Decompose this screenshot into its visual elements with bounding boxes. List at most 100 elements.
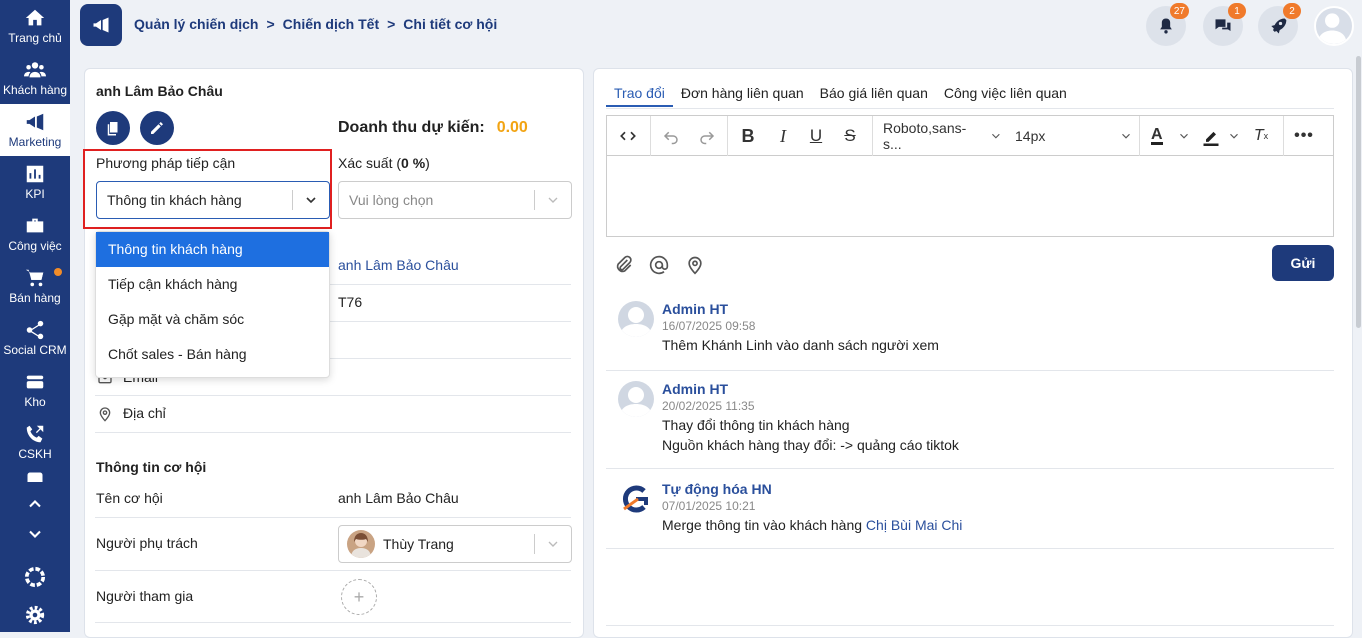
activity-author[interactable]: Tự động hóa HN (662, 481, 772, 497)
messages-button[interactable]: 1 (1203, 3, 1246, 46)
dropdown-option[interactable]: Thông tin khách hàng (96, 232, 329, 267)
approach-select-value: Thông tin khách hàng (107, 192, 242, 208)
megaphone-icon (26, 113, 44, 131)
underline-icon[interactable]: U (806, 126, 826, 146)
font-size-select[interactable]: 14px (1015, 126, 1133, 146)
text-color-button[interactable]: A (1151, 126, 1191, 146)
copy-button[interactable] (96, 111, 130, 145)
partial-menu-icon (25, 470, 45, 482)
owner-select[interactable]: Thùy Trang (338, 525, 572, 563)
undo-icon[interactable] (659, 126, 683, 146)
chart-icon (26, 165, 44, 183)
rocket-button[interactable]: 2 (1258, 3, 1301, 46)
dropdown-option[interactable]: Chốt sales - Bán hàng (96, 337, 329, 372)
contact-name-value[interactable]: anh Lâm Bảo Châu (338, 257, 459, 273)
probability-label-suffix: ) (425, 155, 430, 171)
bold-icon[interactable]: B (738, 126, 758, 146)
strikethrough-icon[interactable]: S (840, 126, 860, 146)
tab-related-quotes[interactable]: Báo giá liên quan (812, 85, 936, 107)
activity-text: Thay đổi thông tin khách hàng (662, 417, 850, 433)
toolbar-divider (872, 116, 873, 156)
sidebar-item-warehouse[interactable]: Kho (0, 364, 70, 416)
scrollbar[interactable] (1356, 56, 1361, 328)
user-avatar[interactable] (1314, 6, 1354, 46)
activity-item: Admin HT 16/07/2025 09:58 Thêm Khánh Lin… (606, 301, 1334, 361)
redo-icon[interactable] (695, 126, 719, 146)
bell-icon (1160, 18, 1172, 34)
font-family-select[interactable]: Roboto,sans-s... (883, 120, 1003, 152)
dropdown-option[interactable]: Tiếp cận khách hàng (96, 267, 329, 302)
activity-item: Tự động hóa HN 07/01/2025 10:21 Merge th… (606, 481, 1334, 541)
notifications-button[interactable]: 27 (1146, 3, 1189, 46)
revenue-label: Doanh thu dự kiến: (338, 119, 485, 136)
sidebar-item-cskh[interactable]: CSKH (0, 416, 70, 468)
sidebar-item-customers[interactable]: Khách hàng (0, 52, 70, 104)
automation-logo-icon (618, 481, 654, 517)
tab-discussion[interactable]: Trao đổi (606, 85, 673, 107)
customer-link[interactable]: Chị Bùi Mai Chi (866, 517, 962, 533)
italic-icon[interactable]: I (773, 126, 793, 146)
mention-icon[interactable] (649, 255, 669, 275)
chevron-down-icon[interactable] (25, 524, 45, 544)
gear-icon[interactable] (24, 604, 46, 626)
messages-badge: 1 (1228, 3, 1246, 19)
activity-item: Admin HT 20/02/2025 11:35 Thay đổi thông… (606, 381, 1334, 461)
breadcrumb-opportunity-detail: Chi tiết cơ hội (403, 16, 498, 32)
sidebar-item-tasks[interactable]: Công việc (0, 208, 70, 260)
editor-toolbar: B I U S Roboto,sans-s... 14px A Tx ••• (607, 116, 1333, 156)
breadcrumb-separator: > (387, 16, 396, 32)
dropdown-option[interactable]: Gặp mặt và chăm sóc (96, 302, 329, 337)
sidebar-item-label: Công việc (8, 239, 62, 253)
sidebar-item-kpi[interactable]: KPI (0, 156, 70, 208)
notifications-badge: 27 (1169, 3, 1189, 19)
header: Quản lý chiến dịch > Chiến dịch Tết > Ch… (70, 0, 1362, 54)
divider (606, 468, 1334, 469)
megaphone-icon (93, 17, 109, 33)
sidebar-item-sales[interactable]: Bán hàng (0, 260, 70, 312)
approach-label: Phương pháp tiếp cận (96, 155, 236, 171)
sidebar-item-home[interactable]: Trang chủ (0, 0, 70, 52)
share-icon (26, 320, 44, 340)
chevron-up-icon[interactable] (25, 494, 45, 514)
plus-icon: + (353, 586, 365, 607)
tab-related-tasks[interactable]: Công việc liên quan (936, 85, 1075, 107)
support-icon[interactable] (24, 566, 46, 588)
add-participant-button[interactable]: + (341, 579, 377, 615)
divider (606, 625, 1334, 626)
approach-select[interactable]: Thông tin khách hàng (96, 181, 330, 219)
more-icon[interactable]: ••• (1293, 126, 1315, 146)
toolbar-divider (727, 116, 728, 156)
opportunity-name-value: anh Lâm Bảo Châu (338, 490, 459, 506)
location-icon[interactable] (685, 255, 705, 275)
activity-time: 07/01/2025 10:21 (662, 499, 756, 513)
highlight-color-button[interactable] (1201, 126, 1241, 146)
breadcrumb-campaign-management[interactable]: Quản lý chiến dịch (134, 16, 258, 32)
toolbar-divider (1283, 116, 1284, 156)
tab-related-orders[interactable]: Đơn hàng liên quan (673, 85, 812, 107)
campaign-button[interactable] (80, 4, 122, 46)
opportunity-panel: anh Lâm Bảo Châu Doanh thu dự kiến: 0.00 … (83, 68, 584, 638)
activity-author[interactable]: Admin HT (662, 301, 728, 317)
location-icon (97, 405, 113, 423)
sidebar-item-marketing[interactable]: Marketing (0, 104, 70, 156)
divider (95, 517, 571, 518)
approach-dropdown: Thông tin khách hàng Tiếp cận khách hàng… (95, 231, 330, 378)
clear-format-icon[interactable]: Tx (1251, 126, 1271, 146)
breadcrumb-tet-campaign[interactable]: Chiến dịch Tết (283, 16, 379, 32)
users-icon (24, 62, 46, 78)
editor-content[interactable] (607, 156, 1333, 236)
message-editor: B I U S Roboto,sans-s... 14px A Tx ••• (606, 115, 1334, 237)
chevron-down-icon (992, 133, 1000, 139)
notification-dot (54, 268, 62, 276)
sidebar-item-label: Bán hàng (9, 291, 61, 305)
send-button[interactable]: Gửi (1272, 245, 1334, 281)
sidebar-item-social-crm[interactable]: Social CRM (0, 312, 70, 364)
paperclip-icon[interactable] (614, 255, 634, 275)
code-view-icon[interactable] (617, 126, 639, 146)
rocket-icon (1271, 18, 1287, 34)
activity-author[interactable]: Admin HT (662, 381, 728, 397)
probability-select[interactable]: Vui lòng chọn (338, 181, 572, 219)
activity-text: Nguồn khách hàng thay đổi: -> quảng cáo … (662, 437, 959, 453)
edit-button[interactable] (140, 111, 174, 145)
toolbar-divider (650, 116, 651, 156)
